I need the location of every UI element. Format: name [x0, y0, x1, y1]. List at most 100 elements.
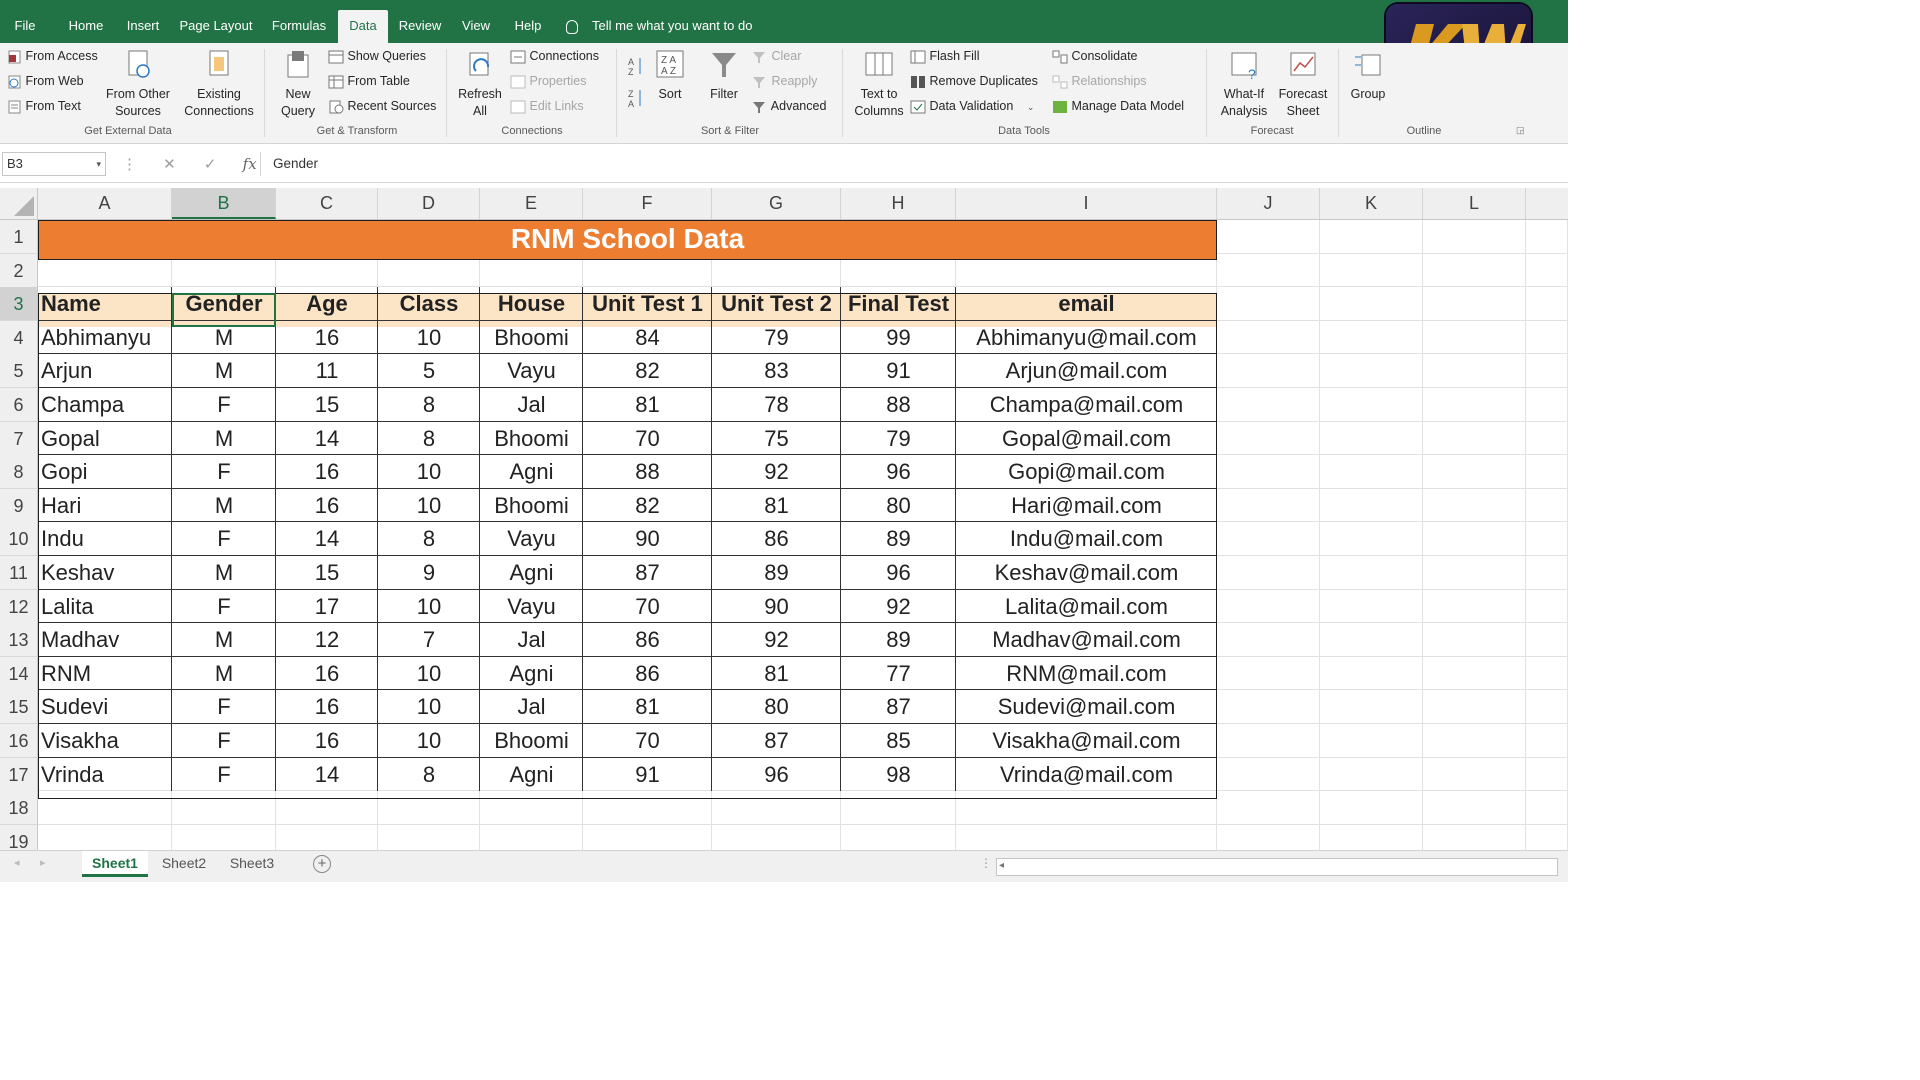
- column-header-c[interactable]: C: [276, 188, 378, 219]
- table-cell[interactable]: 91: [841, 354, 956, 388]
- enter-icon[interactable]: ✓: [204, 156, 217, 173]
- insert-function-icon[interactable]: fx: [243, 155, 257, 173]
- table-cell[interactable]: 88: [583, 455, 712, 489]
- relationships-button[interactable]: Relationships: [1052, 74, 1147, 89]
- table-cell[interactable]: 77: [841, 657, 956, 691]
- tell-me-search[interactable]: Tell me what you want to do: [566, 10, 752, 43]
- table-cell[interactable]: 81: [583, 388, 712, 422]
- table-cell[interactable]: 16: [276, 321, 378, 355]
- properties-button[interactable]: Properties: [510, 74, 586, 89]
- table-cell[interactable]: Bhoomi: [480, 724, 583, 758]
- row-header-7[interactable]: 7: [0, 422, 38, 456]
- consolidate-button[interactable]: Consolidate: [1052, 49, 1138, 64]
- table-cell[interactable]: 87: [841, 690, 956, 724]
- table-cell[interactable]: 15: [276, 388, 378, 422]
- sheet-tab-sheet1[interactable]: Sheet1: [82, 851, 148, 877]
- table-cell[interactable]: Indu: [38, 522, 172, 556]
- column-header-h[interactable]: H: [841, 188, 956, 219]
- table-cell[interactable]: Agni: [480, 556, 583, 590]
- recent-sources-button[interactable]: Recent Sources: [328, 99, 436, 114]
- table-cell[interactable]: Vayu: [480, 354, 583, 388]
- row-header-11[interactable]: 11: [0, 556, 38, 590]
- tab-page-layout[interactable]: Page Layout: [172, 10, 260, 43]
- table-cell[interactable]: 9: [378, 556, 480, 590]
- table-cell[interactable]: 81: [712, 489, 841, 523]
- sheet-tab-sheet2[interactable]: Sheet2: [152, 851, 216, 877]
- table-cell[interactable]: Abhimanyu: [38, 321, 172, 355]
- table-cell[interactable]: 10: [378, 590, 480, 624]
- table-cell[interactable]: 16: [276, 690, 378, 724]
- table-cell[interactable]: 85: [841, 724, 956, 758]
- table-cell[interactable]: 10: [378, 690, 480, 724]
- table-cell[interactable]: F: [172, 455, 276, 489]
- table-cell[interactable]: Gopal@mail.com: [956, 422, 1217, 456]
- reapply-button[interactable]: Reapply: [752, 74, 817, 89]
- table-cell[interactable]: M: [172, 489, 276, 523]
- table-cell[interactable]: 90: [712, 590, 841, 624]
- new-query-button[interactable]: New Query: [272, 49, 324, 120]
- table-cell[interactable]: F: [172, 724, 276, 758]
- table-cell[interactable]: 86: [583, 657, 712, 691]
- table-cell[interactable]: 82: [583, 354, 712, 388]
- table-cell[interactable]: 16: [276, 724, 378, 758]
- table-cell[interactable]: 80: [841, 489, 956, 523]
- column-header-d[interactable]: D: [378, 188, 480, 219]
- table-cell[interactable]: Sudevi: [38, 690, 172, 724]
- tab-file[interactable]: File: [6, 10, 44, 43]
- column-header-j[interactable]: J: [1217, 188, 1320, 219]
- table-cell[interactable]: Vayu: [480, 590, 583, 624]
- table-cell[interactable]: 81: [712, 657, 841, 691]
- column-header-l[interactable]: L: [1423, 188, 1526, 219]
- table-cell[interactable]: 96: [841, 455, 956, 489]
- column-header-e[interactable]: E: [480, 188, 583, 219]
- table-cell[interactable]: Gopi: [38, 455, 172, 489]
- table-cell[interactable]: Lalita: [38, 590, 172, 624]
- table-cell[interactable]: 7: [378, 623, 480, 657]
- row-header-18[interactable]: 18: [0, 791, 38, 825]
- table-cell[interactable]: F: [172, 590, 276, 624]
- table-cell[interactable]: 92: [841, 590, 956, 624]
- table-cell[interactable]: Arjun@mail.com: [956, 354, 1217, 388]
- column-header-k[interactable]: K: [1320, 188, 1423, 219]
- table-cell[interactable]: Indu@mail.com: [956, 522, 1217, 556]
- sort-descending-button[interactable]: ZA: [626, 87, 646, 109]
- table-cell[interactable]: 10: [378, 657, 480, 691]
- table-cell[interactable]: 8: [378, 758, 480, 792]
- table-cell[interactable]: Madhav: [38, 623, 172, 657]
- table-cell[interactable]: Gopal: [38, 422, 172, 456]
- table-cell[interactable]: Jal: [480, 690, 583, 724]
- table-cell[interactable]: 75: [712, 422, 841, 456]
- refresh-all-button[interactable]: Refresh All: [452, 49, 508, 120]
- table-cell[interactable]: RNM: [38, 657, 172, 691]
- table-cell[interactable]: Agni: [480, 758, 583, 792]
- table-cell[interactable]: 96: [712, 758, 841, 792]
- table-cell[interactable]: Visakha: [38, 724, 172, 758]
- column-header-a[interactable]: A: [38, 188, 172, 219]
- table-cell[interactable]: 86: [583, 623, 712, 657]
- table-cell[interactable]: Arjun: [38, 354, 172, 388]
- table-cell[interactable]: 98: [841, 758, 956, 792]
- row-header-12[interactable]: 12: [0, 590, 38, 624]
- table-cell[interactable]: 86: [712, 522, 841, 556]
- scroll-right-icon[interactable]: ▸: [40, 856, 46, 869]
- scroll-left-icon[interactable]: ◂: [14, 856, 20, 869]
- name-box-dropdown-icon[interactable]: ▾: [96, 153, 101, 175]
- table-cell[interactable]: M: [172, 556, 276, 590]
- table-cell[interactable]: Visakha@mail.com: [956, 724, 1217, 758]
- table-cell[interactable]: F: [172, 758, 276, 792]
- sheet-tab-sheet3[interactable]: Sheet3: [220, 851, 284, 877]
- existing-connections-button[interactable]: Existing Connections: [182, 49, 256, 120]
- table-cell[interactable]: Madhav@mail.com: [956, 623, 1217, 657]
- table-cell[interactable]: 83: [712, 354, 841, 388]
- table-cell[interactable]: 92: [712, 623, 841, 657]
- table-cell[interactable]: 88: [841, 388, 956, 422]
- table-cell[interactable]: 82: [583, 489, 712, 523]
- table-cell[interactable]: 14: [276, 422, 378, 456]
- table-cell[interactable]: 10: [378, 724, 480, 758]
- tab-data[interactable]: Data: [338, 10, 388, 43]
- tab-review[interactable]: Review: [392, 10, 448, 43]
- table-cell[interactable]: 16: [276, 455, 378, 489]
- table-cell[interactable]: Hari@mail.com: [956, 489, 1217, 523]
- table-cell[interactable]: Abhimanyu@mail.com: [956, 321, 1217, 355]
- group-button[interactable]: Group: [1344, 49, 1392, 103]
